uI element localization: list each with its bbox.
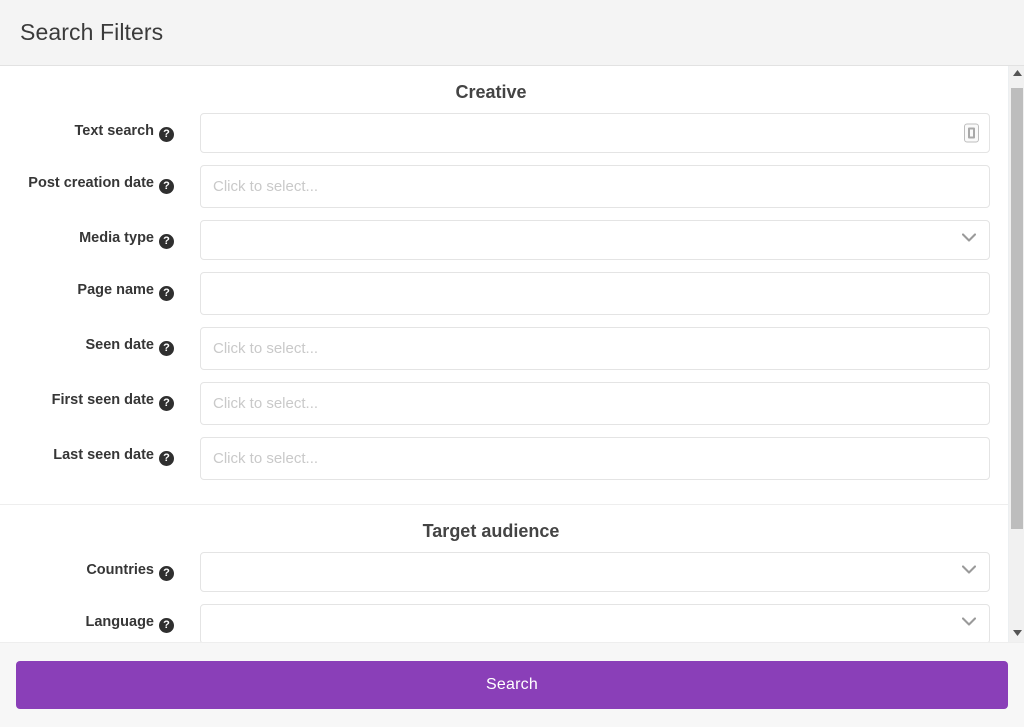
filter-control-media-type (200, 220, 990, 260)
filter-row-post-creation-date: Post creation date? (0, 165, 990, 208)
filter-row-language: Language? (0, 604, 990, 642)
input-wrapper (200, 437, 990, 480)
filter-control-seen-date (200, 327, 990, 370)
page-title: Search Filters (20, 19, 164, 45)
filter-label-last-seen-date: Last seen date? (0, 437, 200, 466)
chevron-down-icon (962, 617, 976, 631)
filter-control-language (200, 604, 990, 642)
chevron-down-icon (962, 233, 976, 247)
help-icon[interactable]: ? (159, 127, 174, 142)
filter-label-first-seen-date: First seen date? (0, 382, 200, 411)
filter-section: CreativeText search?Post creation date?M… (0, 66, 1008, 504)
input-first-seen-date[interactable] (200, 382, 990, 425)
input-wrapper (200, 165, 990, 208)
panel-footer: Search (0, 642, 1024, 727)
select-language[interactable] (200, 604, 990, 642)
filter-control-text-search (200, 113, 990, 153)
help-icon[interactable]: ? (159, 451, 174, 466)
filter-control-first-seen-date (200, 382, 990, 425)
select-countries[interactable] (200, 552, 990, 592)
filter-label-post-creation-date: Post creation date? (0, 165, 200, 194)
filter-label-page-name: Page name? (0, 272, 200, 301)
filter-label-text: Text search (74, 123, 154, 139)
help-icon[interactable]: ? (159, 286, 174, 301)
filter-label-text: Language (85, 614, 154, 630)
filter-label-seen-date: Seen date? (0, 327, 200, 356)
search-filters-panel: Search Filters Creative Text search? Post … (0, 0, 1024, 727)
help-icon[interactable]: ? (159, 341, 174, 356)
filter-row-page-name: Page name? (0, 272, 990, 315)
filter-control-last-seen-date (200, 437, 990, 480)
filter-row-first-seen-date: First seen date? (0, 382, 990, 425)
panel-header: Search Filters (0, 0, 1024, 66)
filter-label-text-search: Text search? (0, 113, 200, 142)
select-media-type[interactable] (200, 220, 990, 260)
filter-section-title: Target audience (422, 521, 560, 541)
input-wrapper (200, 327, 990, 370)
filter-label-text: First seen date (51, 392, 154, 408)
filter-row-media-type: Media type? (0, 220, 990, 260)
filter-label-text: Countries (86, 562, 154, 578)
input-wrapper (200, 113, 990, 153)
input-post-creation-date[interactable] (200, 165, 990, 208)
dictionary-icon[interactable] (964, 123, 979, 143)
scrollbar-thumb[interactable] (1011, 88, 1023, 529)
filter-row-last-seen-date: Last seen date? (0, 437, 990, 480)
filter-section-inner: Target audience Countries? Language? (0, 505, 1008, 642)
scroll-up-button[interactable] (1009, 66, 1024, 82)
chevron-down-icon (962, 565, 976, 579)
filter-row-seen-date: Seen date? (0, 327, 990, 370)
input-page-name[interactable] (200, 272, 990, 315)
filter-label-text: Last seen date (53, 447, 154, 463)
filters-form: CreativeText search?Post creation date?M… (0, 66, 1008, 642)
filter-section-title: Creative (455, 82, 527, 102)
filter-section-inner: CreativeText search?Post creation date?M… (0, 66, 1008, 504)
search-button[interactable]: Search (16, 661, 1008, 709)
help-icon[interactable]: ? (159, 618, 174, 633)
input-last-seen-date[interactable] (200, 437, 990, 480)
help-icon[interactable]: ? (159, 179, 174, 194)
filter-label-media-type: Media type? (0, 220, 200, 249)
input-text-search[interactable] (200, 113, 990, 153)
filter-label-text: Page name (77, 282, 154, 298)
filter-control-countries (200, 552, 990, 592)
filter-row-text-search: Text search? (0, 113, 990, 153)
filter-control-post-creation-date (200, 165, 990, 208)
filter-label-text: Seen date (85, 337, 155, 353)
input-seen-date[interactable] (200, 327, 990, 370)
filter-label-text: Media type (79, 230, 154, 246)
vertical-scrollbar[interactable] (1008, 66, 1024, 642)
filter-label-text: Post creation date (28, 175, 154, 191)
scroll-down-button[interactable] (1009, 626, 1024, 642)
input-wrapper (200, 272, 990, 315)
help-icon[interactable]: ? (159, 234, 174, 249)
filter-label-language: Language? (0, 604, 200, 633)
input-wrapper (200, 382, 990, 425)
help-icon[interactable]: ? (159, 396, 174, 411)
filter-label-countries: Countries? (0, 552, 200, 581)
filter-section: Target audience Countries? Language? (0, 504, 1008, 642)
filters-scroll-viewport: CreativeText search?Post creation date?M… (0, 66, 1024, 642)
help-icon[interactable]: ? (159, 566, 174, 581)
filter-control-page-name (200, 272, 990, 315)
filter-row-countries: Countries? (0, 552, 990, 592)
